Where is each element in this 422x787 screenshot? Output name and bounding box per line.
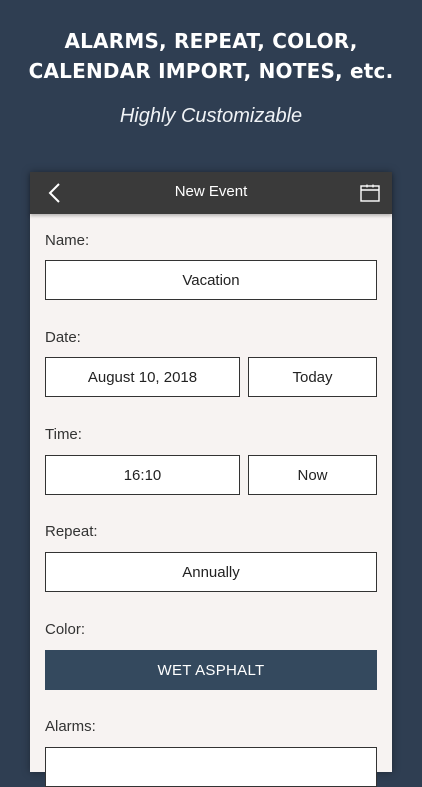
time-field[interactable]: 16:10: [45, 455, 240, 495]
color-select[interactable]: WET ASPHALT: [45, 650, 377, 690]
calendar-import-button[interactable]: [358, 181, 382, 205]
time-label: Time:: [45, 426, 82, 443]
promo-title-line-2: CALENDAR IMPORT, NOTES, etc.: [28, 59, 394, 83]
alarms-label: Alarms:: [45, 718, 96, 735]
name-label: Name:: [45, 232, 90, 249]
new-event-screen: New Event Name: Vacation Date: August 10…: [30, 172, 392, 787]
promo-title: ALARMS, REPEAT, COLOR, CALENDAR IMPORT, …: [0, 26, 422, 86]
calendar-icon: [360, 184, 380, 202]
repeat-select[interactable]: Annually: [45, 552, 377, 592]
today-button[interactable]: Today: [248, 357, 377, 397]
promo-subtitle: Highly Customizable: [119, 105, 303, 127]
date-label: Date:: [45, 329, 81, 346]
promo-title-line-1: ALARMS, REPEAT, COLOR,: [64, 29, 358, 53]
navbar: New Event: [30, 172, 392, 214]
repeat-label: Repeat:: [45, 523, 98, 540]
now-button[interactable]: Now: [248, 455, 377, 495]
alarms-field[interactable]: [45, 747, 377, 787]
color-label: Color:: [45, 621, 86, 638]
promo-header: ALARMS, REPEAT, COLOR, CALENDAR IMPORT, …: [0, 0, 422, 170]
page-title: New Event: [174, 183, 248, 200]
date-field[interactable]: August 10, 2018: [45, 357, 240, 397]
name-input[interactable]: Vacation: [45, 260, 377, 300]
